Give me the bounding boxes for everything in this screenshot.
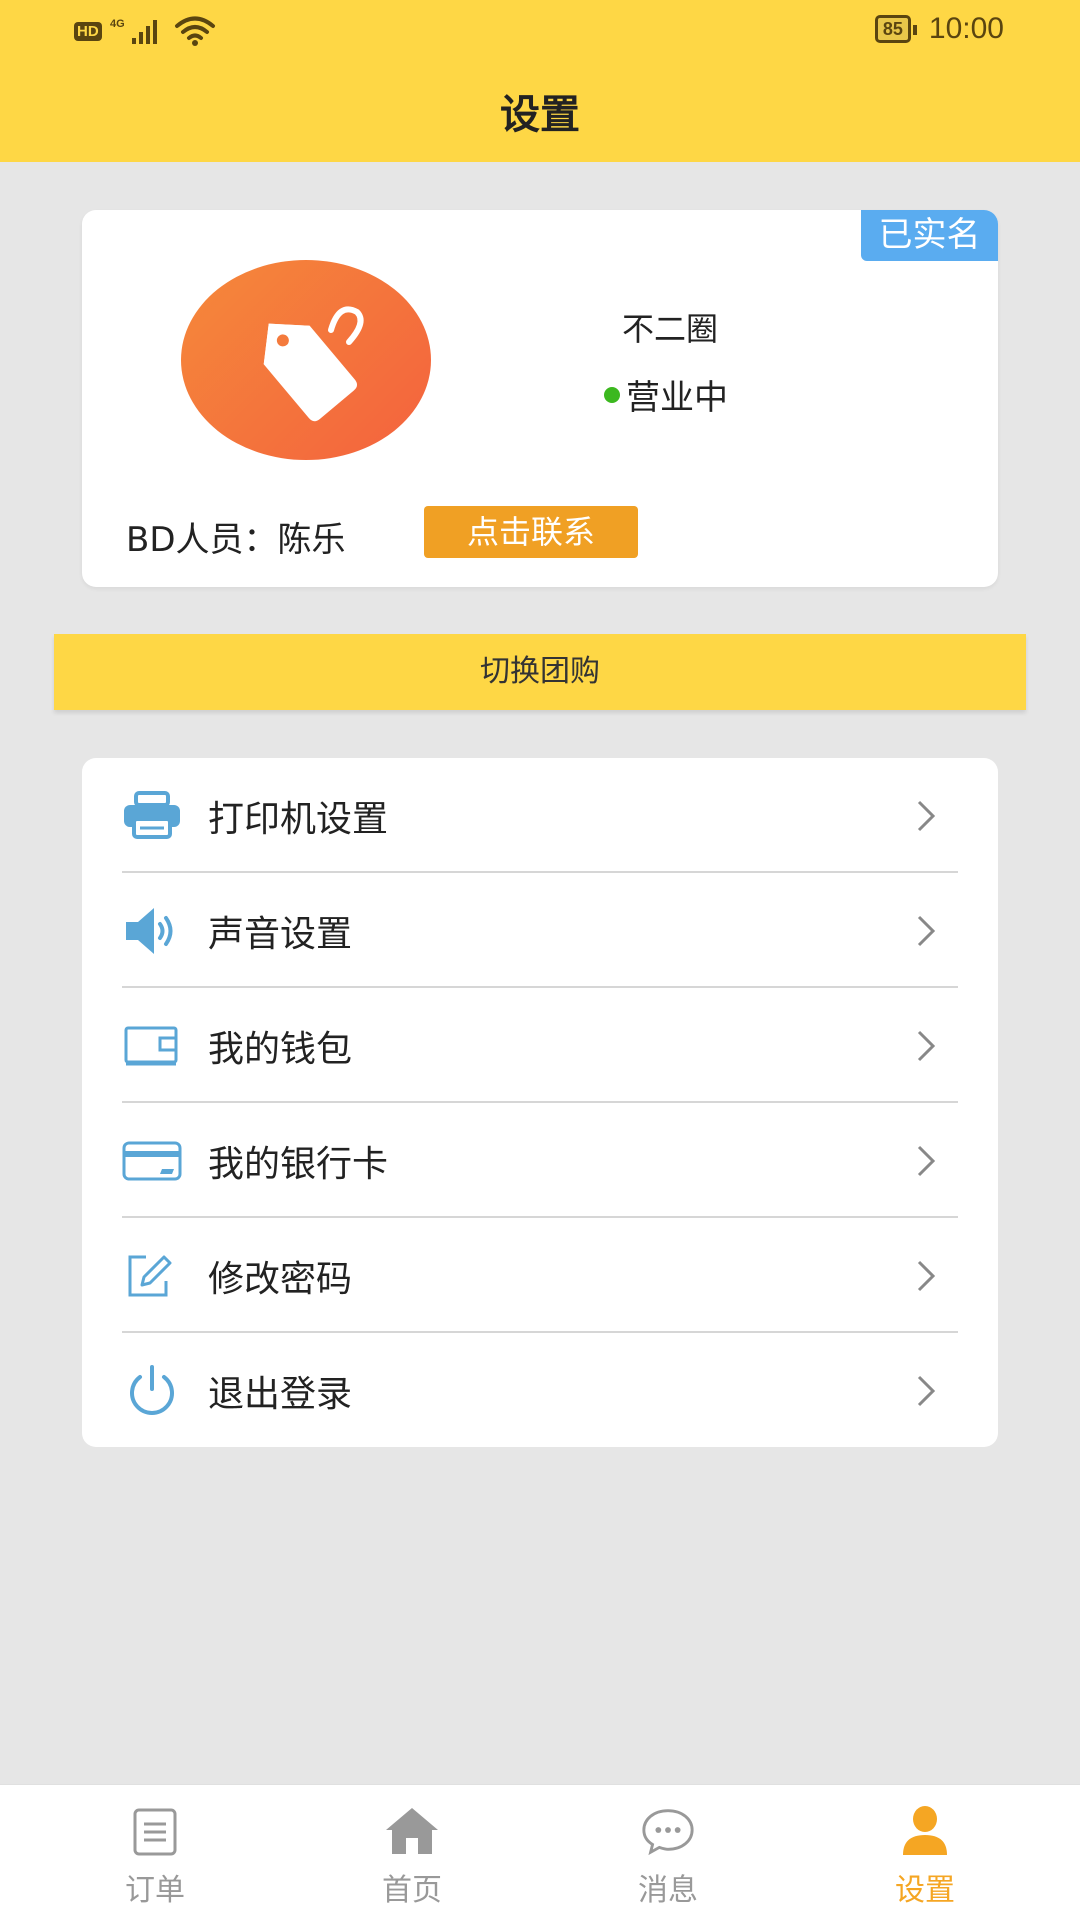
home-icon xyxy=(384,1805,440,1857)
menu-item-label: 我的银行卡 xyxy=(208,1143,389,1185)
battery-indicator: 85 xyxy=(874,15,917,43)
contact-button[interactable]: 点击联系 xyxy=(424,506,638,558)
power-icon xyxy=(122,1361,182,1421)
page-title: 设置 xyxy=(500,92,580,138)
order-icon xyxy=(127,1805,183,1857)
hd-indicator: HD xyxy=(74,21,102,41)
tab-messages[interactable]: 消息 xyxy=(598,1785,738,1921)
menu-item-label: 打印机设置 xyxy=(208,798,389,840)
speaker-icon xyxy=(122,901,182,961)
tab-label: 消息 xyxy=(638,1873,698,1908)
shop-status-text: 营业中 xyxy=(626,378,728,418)
menu-item-printer-settings[interactable]: 打印机设置 xyxy=(82,758,998,873)
bank-card-icon xyxy=(122,1131,182,1191)
avatar[interactable] xyxy=(181,260,431,460)
bd-staff-label: BD人员：陈乐 xyxy=(126,520,346,560)
edit-icon xyxy=(122,1246,182,1306)
printer-icon xyxy=(122,786,182,846)
status-bar-left: HD 4G xyxy=(74,14,216,48)
chevron-right-icon xyxy=(906,796,946,836)
chevron-right-icon xyxy=(906,1371,946,1411)
svg-text:4G: 4G xyxy=(110,18,125,30)
chevron-right-icon xyxy=(906,911,946,951)
menu-item-label: 我的钱包 xyxy=(208,1028,353,1070)
shop-name: 不二圈 xyxy=(622,310,719,348)
tab-home[interactable]: 首页 xyxy=(342,1785,482,1921)
tab-orders[interactable]: 订单 xyxy=(85,1785,225,1921)
status-bar-right: 85 10:00 xyxy=(874,12,1004,46)
menu-item-my-wallet[interactable]: 我的钱包 xyxy=(82,988,998,1103)
app-header: HD 4G 85 10:00 设置 xyxy=(0,0,1080,162)
chevron-right-icon xyxy=(906,1256,946,1296)
verified-badge: 已实名 xyxy=(861,210,998,261)
menu-item-sound-settings[interactable]: 声音设置 xyxy=(82,873,998,988)
menu-item-logout[interactable]: 退出登录 xyxy=(82,1333,998,1448)
bottom-nav: 订单 首页 消息 设置 xyxy=(0,1784,1080,1921)
tab-label: 订单 xyxy=(125,1873,185,1908)
menu-item-my-bank-card[interactable]: 我的银行卡 xyxy=(82,1103,998,1218)
tab-label: 设置 xyxy=(895,1873,955,1908)
settings-menu: 打印机设置 声音设置 我的钱包 我的银行卡 修改密码 退出登录 xyxy=(82,758,998,1447)
menu-item-label: 声音设置 xyxy=(208,913,353,955)
tab-label: 首页 xyxy=(382,1873,442,1908)
clock: 10:00 xyxy=(928,12,1004,45)
status-dot xyxy=(604,386,620,403)
tag-icon xyxy=(263,306,364,422)
menu-item-change-password[interactable]: 修改密码 xyxy=(82,1218,998,1333)
wallet-icon xyxy=(122,1016,182,1076)
user-icon xyxy=(897,1805,953,1857)
chevron-right-icon xyxy=(906,1026,946,1066)
switch-group-buy-button[interactable]: 切换团购 xyxy=(54,634,1026,710)
menu-item-label: 退出登录 xyxy=(208,1373,353,1415)
signal-icon: 4G xyxy=(110,18,157,44)
shop-status: 营业中 xyxy=(604,370,728,419)
profile-card: 已实名 不二圈 营业中 BD人员：陈乐 点击联系 xyxy=(82,210,998,587)
message-icon xyxy=(640,1805,696,1857)
menu-item-label: 修改密码 xyxy=(208,1258,353,1300)
tab-settings[interactable]: 设置 xyxy=(855,1785,995,1921)
wifi-icon xyxy=(174,16,215,46)
chevron-right-icon xyxy=(906,1141,946,1181)
